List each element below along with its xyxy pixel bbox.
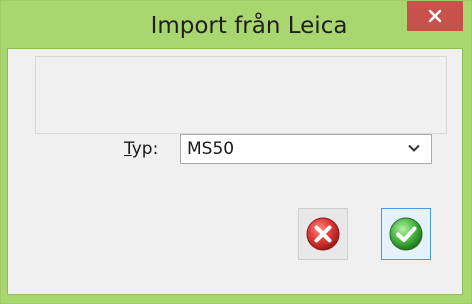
close-icon [428, 9, 442, 23]
ok-button[interactable] [381, 208, 431, 260]
type-select-value: MS50 [187, 139, 235, 159]
type-groupbox [35, 56, 447, 134]
chevron-down-icon [408, 144, 420, 152]
title-bar[interactable]: Import från Leica [1, 1, 471, 49]
type-select[interactable]: MS50 [180, 134, 432, 164]
type-label-mnemonic: T [124, 139, 132, 159]
cancel-button[interactable] [298, 208, 348, 260]
red-x-circle-icon [306, 217, 340, 251]
green-check-circle-icon [389, 217, 423, 251]
dialog-title: Import från Leica [150, 13, 348, 39]
close-button[interactable] [407, 1, 463, 31]
type-label-text: yp: [131, 139, 159, 159]
type-label: Typ: [124, 134, 158, 164]
